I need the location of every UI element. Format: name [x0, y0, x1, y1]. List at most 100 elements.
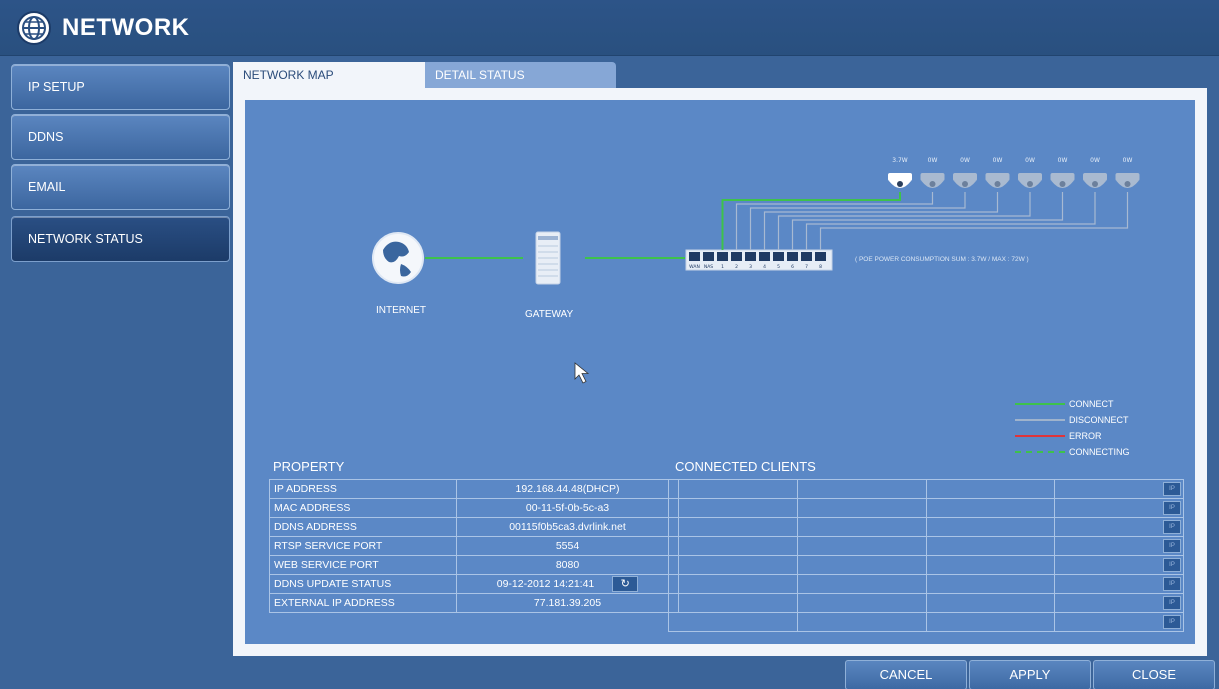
- switch-port-label: 2: [735, 264, 738, 270]
- property-value: 5554: [456, 536, 679, 556]
- property-value: 77.181.39.205: [456, 593, 679, 613]
- internet-icon: [372, 232, 424, 284]
- client-cell: [668, 479, 798, 499]
- sidebar-item-label: NETWORK STATUS: [28, 232, 143, 246]
- client-ip-button[interactable]: IP: [1163, 520, 1181, 534]
- client-cell: [925, 555, 1056, 575]
- property-row: WEB SERVICE PORT 8080: [269, 555, 679, 575]
- legend-swatch: [1015, 435, 1065, 437]
- gateway-icon: [535, 231, 561, 285]
- cancel-button[interactable]: CANCEL: [845, 660, 967, 689]
- sidebar-item-network-status[interactable]: NETWORK STATUS: [11, 216, 230, 262]
- property-row: EXTERNAL IP ADDRESS 77.181.39.205: [269, 593, 679, 613]
- switch-port-label: 8: [819, 264, 822, 270]
- client-cell: IP: [1054, 555, 1184, 575]
- switch-port-label: NAS: [704, 264, 713, 270]
- page-title: NETWORK: [62, 14, 190, 41]
- client-ip-button[interactable]: IP: [1163, 596, 1181, 610]
- client-cell: [668, 574, 798, 594]
- client-row: IP: [668, 574, 1184, 594]
- client-row: IP: [668, 517, 1184, 537]
- property-key: DDNS ADDRESS: [269, 517, 457, 537]
- property-value-text: 8080: [555, 559, 580, 571]
- switch-port: [745, 252, 756, 261]
- client-ip-button[interactable]: IP: [1163, 482, 1181, 496]
- property-key: IP ADDRESS: [269, 479, 457, 499]
- legend-error: ERROR: [1015, 430, 1102, 442]
- sidebar-item-email[interactable]: EMAIL: [11, 164, 230, 210]
- client-cell: IP: [1054, 498, 1184, 518]
- sidebar-item-ddns[interactable]: DDNS: [11, 114, 230, 160]
- camera-icon: [1050, 173, 1075, 188]
- poe-switch-icon: WAN NAS 1 2 3 4 5 6 7 8: [685, 249, 833, 271]
- camera-icon: [985, 173, 1010, 188]
- client-cell: IP: [1054, 536, 1184, 556]
- property-table: IP ADDRESS 192.168.44.48(DHCP) MAC ADDRESS…: [269, 479, 679, 613]
- client-ip-button[interactable]: IP: [1163, 615, 1181, 629]
- legend-disconnect: DISCONNECT: [1015, 414, 1129, 426]
- camera-link: [721, 192, 901, 250]
- tab-detail-status[interactable]: DETAIL STATUS: [425, 62, 616, 88]
- close-button[interactable]: CLOSE: [1093, 660, 1215, 689]
- camera-watt-label: 0W: [993, 157, 1003, 164]
- property-value-text: 09-12-2012 14:21:41: [496, 577, 595, 590]
- legend-swatch: [1015, 451, 1065, 453]
- property-key: DDNS UPDATE STATUS: [269, 574, 457, 594]
- apply-button[interactable]: APPLY: [969, 660, 1091, 689]
- client-ip-button[interactable]: IP: [1163, 501, 1181, 515]
- legend-connecting: CONNECTING: [1015, 446, 1130, 458]
- camera-watt-label: 0W: [1123, 157, 1133, 164]
- client-cell: [925, 536, 1056, 556]
- client-cell: [796, 612, 927, 632]
- client-cell: [796, 517, 927, 537]
- gateway-label: GATEWAY: [525, 309, 574, 320]
- client-ip-button[interactable]: IP: [1163, 539, 1181, 553]
- client-cell: [796, 479, 927, 499]
- switch-port: [773, 252, 784, 261]
- switch-port-label: 6: [791, 264, 794, 270]
- mouse-cursor-icon: [574, 362, 590, 384]
- switch-port-label: 1: [721, 264, 724, 270]
- client-cell: [668, 536, 798, 556]
- client-cell: [796, 593, 927, 613]
- sidebar-item-label: EMAIL: [28, 180, 66, 194]
- switch-port: [731, 252, 742, 261]
- tab-network-map[interactable]: NETWORK MAP: [233, 62, 425, 88]
- client-cell: [796, 574, 927, 594]
- legend-label: DISCONNECT: [1069, 415, 1129, 425]
- refresh-icon[interactable]: ↻: [612, 576, 639, 592]
- camera-watt-label: 0W: [1058, 157, 1068, 164]
- client-cell: [925, 612, 1056, 632]
- client-ip-button[interactable]: IP: [1163, 558, 1181, 572]
- client-ip-button[interactable]: IP: [1163, 577, 1181, 591]
- switch-port: [717, 252, 728, 261]
- client-cell: [668, 498, 798, 518]
- client-cell: IP: [1054, 593, 1184, 613]
- camera-icon: [1083, 173, 1107, 188]
- client-cell: [668, 517, 798, 537]
- client-row: IP: [668, 555, 1184, 575]
- legend-label: CONNECT: [1069, 399, 1114, 409]
- client-cell: [925, 517, 1056, 537]
- camera-row: 3.7W 0W 0W 0W 0W 0W 0W 0W: [888, 157, 1140, 188]
- switch-port-label: 5: [777, 264, 780, 270]
- client-row: IP: [668, 536, 1184, 556]
- client-cell: IP: [1054, 479, 1184, 499]
- switch-port-label: WAN: [689, 264, 700, 270]
- client-cell: [925, 574, 1056, 594]
- header-bar: NETWORK: [0, 0, 1219, 56]
- property-value: 192.168.44.48(DHCP): [456, 479, 679, 499]
- property-row: MAC ADDRESS 00-11-5f-0b-5c-a3: [269, 498, 679, 518]
- globe-icon: [17, 11, 51, 45]
- client-cell: IP: [1054, 517, 1184, 537]
- camera-icon: [1115, 173, 1140, 188]
- sidebar-item-ip-setup[interactable]: IP SETUP: [11, 64, 230, 110]
- client-cell: [796, 498, 927, 518]
- property-key: WEB SERVICE PORT: [269, 555, 457, 575]
- internet-label: INTERNET: [376, 305, 426, 316]
- tab-label: NETWORK MAP: [243, 68, 334, 82]
- switch-port-label: 4: [763, 264, 766, 270]
- property-value-text: 77.181.39.205: [533, 597, 602, 609]
- camera-watt-label: 0W: [960, 157, 970, 164]
- property-value-text: 00115f0b5ca3.dvrlink.net: [509, 521, 626, 533]
